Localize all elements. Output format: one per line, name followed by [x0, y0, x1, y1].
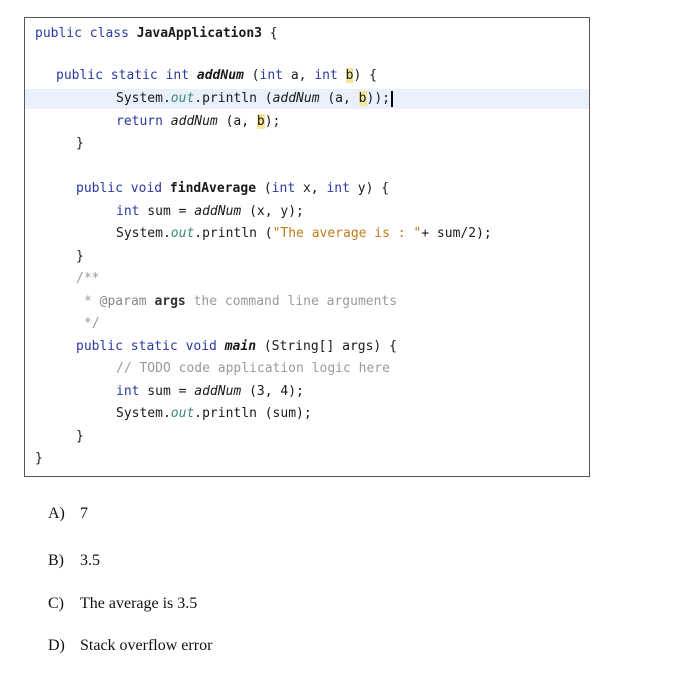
- code-text: ) {: [353, 68, 377, 83]
- code-line-closing-brace: }: [25, 247, 589, 267]
- code-text: y) {: [349, 181, 390, 196]
- static-field: out: [170, 91, 195, 106]
- answer-letter: C): [48, 595, 64, 612]
- method-call: addNum: [272, 91, 320, 106]
- class-name: JavaApplication3: [136, 26, 262, 41]
- code-text: );: [264, 114, 281, 129]
- comment-text: // TODO code application logic here: [116, 361, 390, 376]
- code-text: .println (: [194, 91, 273, 106]
- keyword: int: [116, 384, 140, 399]
- code-text: (: [243, 68, 260, 83]
- keyword: public void: [76, 181, 170, 196]
- answer-text: The average is 3.5: [80, 595, 198, 612]
- string-literal: "The average is : ": [272, 226, 422, 241]
- code-text: (a,: [319, 91, 359, 106]
- text-caret: [390, 90, 393, 107]
- code-text: }: [35, 451, 43, 466]
- static-field: out: [170, 226, 195, 241]
- code-text: System.: [116, 406, 171, 421]
- keyword: int: [326, 181, 350, 196]
- code-text: .println (: [194, 226, 273, 241]
- code-line-sum-declaration: int sum = addNum (x, y);: [25, 202, 589, 222]
- code-line-addnum-signature: public static int addNum (int a, int b) …: [25, 66, 589, 86]
- keyword: int: [271, 181, 296, 196]
- keyword: public class: [35, 26, 137, 41]
- keyword: public static int: [56, 68, 197, 83]
- answer-letter: D): [48, 637, 65, 654]
- answer-text: 3.5: [80, 552, 100, 569]
- code-text: sum =: [139, 384, 195, 399]
- method-name: findAverage: [169, 181, 257, 196]
- keyword: int: [314, 68, 338, 83]
- code-line-closing-brace: }: [25, 427, 589, 447]
- param-name: args: [146, 294, 186, 309]
- keyword: int: [259, 68, 283, 83]
- code-line-class-closing-brace: }: [25, 449, 589, 469]
- answer-text: 7: [80, 505, 88, 522]
- code-text: sum =: [139, 204, 195, 219]
- javadoc-tag: @param: [99, 294, 147, 309]
- comment-text: the command line arguments: [185, 294, 398, 309]
- code-text: (x, y);: [241, 204, 304, 219]
- code-line-javadoc-open: /**: [25, 269, 589, 289]
- code-line-return: return addNum (a, b);: [25, 112, 589, 132]
- occurrence-highlight: b: [256, 114, 265, 129]
- answer-option-a[interactable]: A) 7: [48, 505, 88, 523]
- keyword: return: [116, 114, 171, 129]
- code-text: {: [261, 26, 278, 41]
- code-line-main-sum: int sum = addNum (3, 4);: [25, 382, 589, 402]
- code-text: ));: [366, 91, 390, 106]
- code-text: System.: [116, 91, 171, 106]
- code-editor-panel[interactable]: public class JavaApplication3 { public s…: [24, 17, 590, 477]
- code-text: (a,: [217, 114, 257, 129]
- code-text: (String[] args) {: [256, 339, 397, 354]
- code-text: (: [256, 181, 272, 196]
- code-text: .println (sum);: [194, 406, 312, 421]
- code-text: + sum/2);: [421, 226, 492, 241]
- keyword: int: [116, 204, 140, 219]
- code-line-todo-comment: // TODO code application logic here: [25, 359, 589, 379]
- answer-option-d[interactable]: D) Stack overflow error: [48, 637, 212, 655]
- code-text: }: [76, 429, 84, 444]
- code-text: x,: [295, 181, 327, 196]
- keyword: public static void: [76, 339, 225, 354]
- code-text: System.: [116, 226, 171, 241]
- code-text: a,: [283, 68, 315, 83]
- code-line-main-signature: public static void main (String[] args) …: [25, 337, 589, 357]
- comment-text: *: [84, 294, 100, 309]
- code-line-javadoc-close: */: [25, 314, 589, 334]
- occurrence-highlight: b: [358, 91, 367, 106]
- method-name: addNum: [196, 68, 244, 83]
- code-line-current: System.out.println (addNum (a, b));: [25, 89, 589, 109]
- code-line-print-average: System.out.println ("The average is : "+…: [25, 224, 589, 244]
- code-line-javadoc-param: * @param args the command line arguments: [25, 292, 589, 312]
- static-field: out: [170, 406, 195, 421]
- method-call: addNum: [194, 204, 242, 219]
- answer-option-b[interactable]: B) 3.5: [48, 552, 100, 570]
- answer-letter: A): [48, 505, 65, 522]
- comment-text: */: [84, 316, 100, 331]
- code-line-class-declaration: public class JavaApplication3 {: [25, 24, 589, 44]
- method-call: addNum: [170, 114, 218, 129]
- answer-text: Stack overflow error: [80, 637, 213, 654]
- answer-letter: B): [48, 552, 64, 569]
- method-call: addNum: [194, 384, 242, 399]
- code-text: (3, 4);: [241, 384, 304, 399]
- code-text: }: [76, 249, 84, 264]
- code-line-closing-brace: }: [25, 134, 589, 154]
- code-text: }: [76, 136, 84, 151]
- answer-option-c[interactable]: C) The average is 3.5: [48, 595, 197, 613]
- code-line-print-sum: System.out.println (sum);: [25, 404, 589, 424]
- comment-text: /**: [76, 271, 100, 286]
- code-line-findaverage-signature: public void findAverage (int x, int y) {: [25, 179, 589, 199]
- method-name: main: [224, 339, 257, 354]
